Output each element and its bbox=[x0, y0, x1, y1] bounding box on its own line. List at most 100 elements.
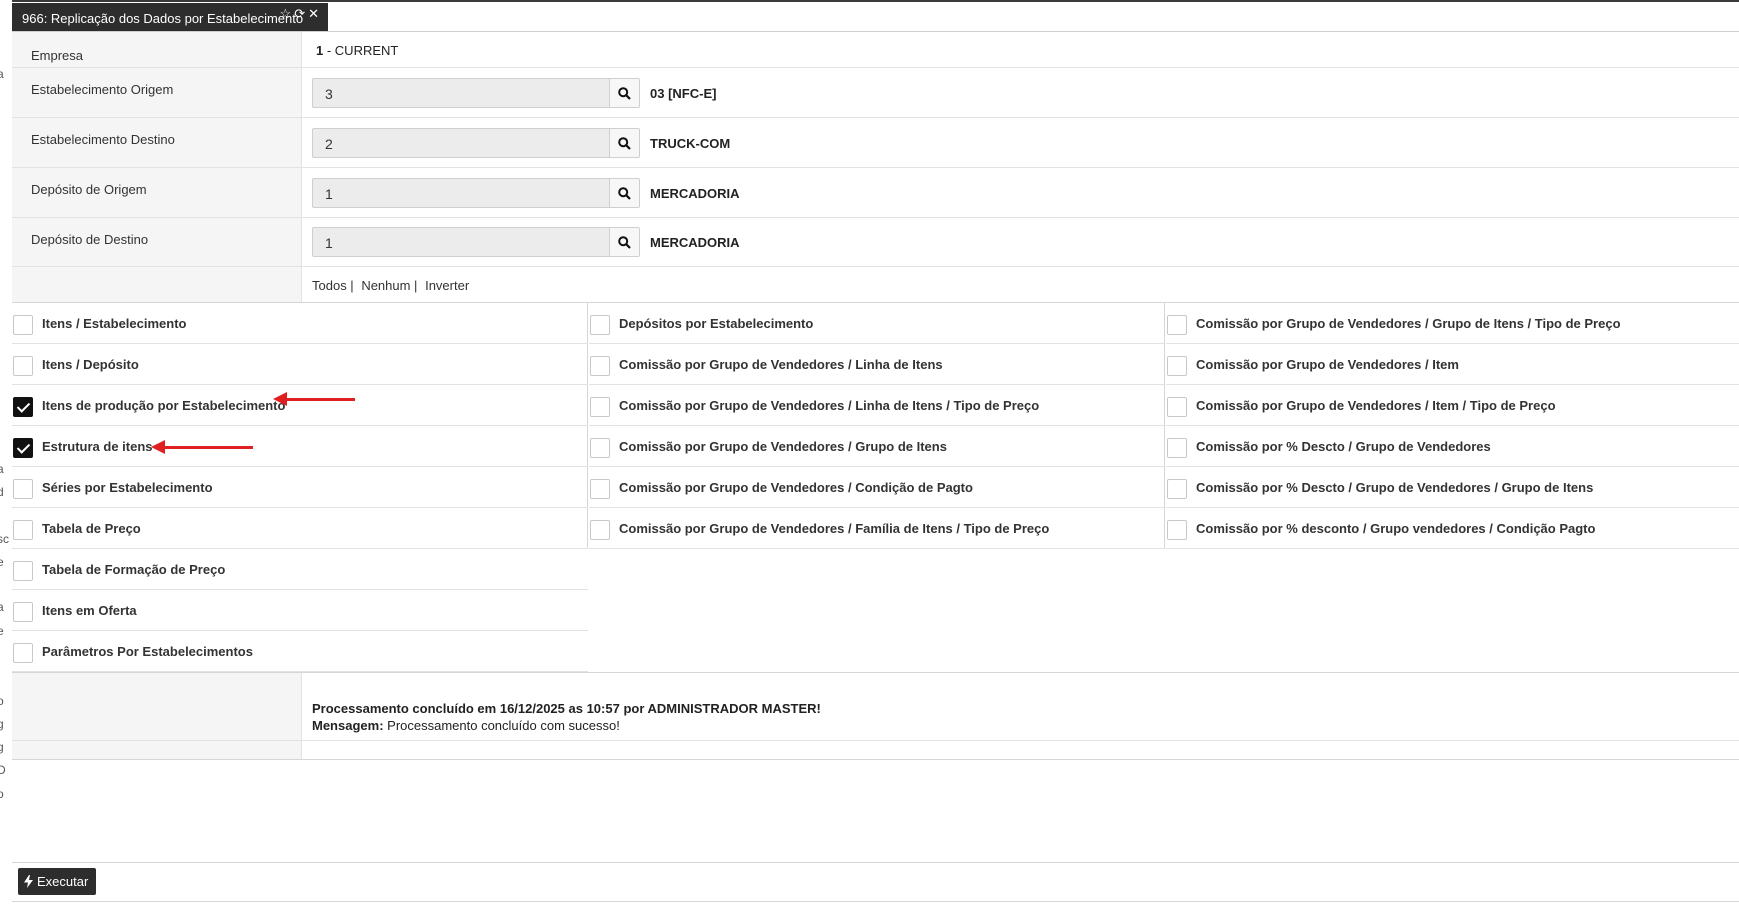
option-label[interactable]: Séries por Estabelecimento bbox=[42, 480, 213, 495]
parameters-form: Empresa 1 - CURRENT Estabelecimento Orig… bbox=[12, 32, 1739, 302]
option-row[interactable]: Comissão por Grupo de Vendedores / Grupo… bbox=[589, 426, 1164, 467]
option-label[interactable]: Tabela de Preço bbox=[42, 521, 141, 536]
option-checkbox[interactable] bbox=[13, 561, 33, 581]
search-icon[interactable] bbox=[609, 79, 639, 107]
row-select-links: Todos | Nenhum | Inverter bbox=[12, 267, 1739, 302]
replication-options: Itens / Estabelecimento Itens / Depósito I… bbox=[12, 302, 1739, 673]
dep-origem-desc: MERCADORIA bbox=[650, 186, 740, 201]
option-checkbox[interactable] bbox=[1167, 438, 1187, 458]
invert-selection-link[interactable]: Inverter bbox=[425, 278, 469, 293]
option-row[interactable]: Comissão por % Descto / Grupo de Vendedo… bbox=[1166, 426, 1739, 467]
option-label[interactable]: Itens / Estabelecimento bbox=[42, 316, 187, 331]
dep-origem-field[interactable]: 1 bbox=[312, 178, 640, 208]
option-row[interactable]: Comissão por Grupo de Vendedores / Grupo… bbox=[1166, 303, 1739, 344]
option-row[interactable]: Comissão por Grupo de Vendedores / Linha… bbox=[589, 344, 1164, 385]
option-row[interactable]: Itens / Estabelecimento bbox=[12, 303, 588, 344]
option-row[interactable]: Comissão por Grupo de Vendedores / Item bbox=[1166, 344, 1739, 385]
option-label[interactable]: Tabela de Formação de Preço bbox=[42, 562, 225, 577]
option-checkbox[interactable] bbox=[13, 643, 33, 663]
option-row[interactable]: Comissão por Grupo de Vendedores / Famíl… bbox=[589, 508, 1164, 549]
option-checkbox[interactable] bbox=[590, 356, 610, 376]
est-destino-field[interactable]: 2 bbox=[312, 128, 640, 158]
option-checkbox[interactable] bbox=[13, 520, 33, 540]
option-checkbox[interactable] bbox=[590, 397, 610, 417]
option-checkbox[interactable] bbox=[590, 315, 610, 335]
tab-title: 966: Replicação dos Dados por Estabeleci… bbox=[22, 11, 304, 26]
footer-divider bbox=[12, 862, 1739, 863]
execute-button[interactable]: Executar bbox=[18, 868, 97, 895]
option-row[interactable]: Tabela de Preço bbox=[12, 508, 588, 549]
option-row[interactable]: Estrutura de itens bbox=[12, 426, 588, 467]
option-checkbox[interactable] bbox=[13, 356, 33, 376]
est-origem-desc: 03 [NFC-E] bbox=[650, 86, 717, 101]
gutter-text: D bbox=[0, 763, 6, 777]
option-checkbox[interactable] bbox=[590, 479, 610, 499]
option-checkbox[interactable] bbox=[13, 602, 33, 622]
left-gutter-truncated-text: a a d sc e a e o g g D o bbox=[0, 0, 12, 908]
option-label[interactable]: Comissão por Grupo de Vendedores / Grupo… bbox=[619, 439, 947, 454]
option-label[interactable]: Comissão por % desconto / Grupo vendedor… bbox=[1196, 521, 1595, 536]
option-label[interactable]: Estrutura de itens bbox=[42, 439, 153, 454]
est-destino-label: Estabelecimento Destino bbox=[12, 118, 302, 167]
option-label[interactable]: Parâmetros Por Estabelecimentos bbox=[42, 644, 253, 659]
dep-destino-field[interactable]: 1 bbox=[312, 227, 640, 257]
option-checkbox[interactable] bbox=[1167, 315, 1187, 335]
option-label[interactable]: Comissão por Grupo de Vendedores / Linha… bbox=[619, 398, 1039, 413]
option-label[interactable]: Comissão por Grupo de Vendedores / Linha… bbox=[619, 357, 943, 372]
option-row[interactable]: Comissão por % desconto / Grupo vendedor… bbox=[1166, 508, 1739, 549]
option-checkbox[interactable] bbox=[13, 438, 33, 458]
option-row[interactable]: Tabela de Formação de Preço bbox=[12, 549, 588, 590]
option-label[interactable]: Itens de produção por Estabelecimento bbox=[42, 398, 285, 413]
select-none-link[interactable]: Nenhum | bbox=[361, 278, 417, 293]
gutter-text: a bbox=[0, 600, 4, 614]
option-row[interactable]: Comissão por Grupo de Vendedores / Condi… bbox=[589, 467, 1164, 508]
processing-message-text: Mensagem: Processamento concluído com su… bbox=[312, 718, 620, 733]
dep-destino-label: Depósito de Destino bbox=[12, 218, 302, 266]
option-checkbox[interactable] bbox=[13, 315, 33, 335]
option-row[interactable]: Comissão por % Descto / Grupo de Vendedo… bbox=[1166, 467, 1739, 508]
processing-status-text: Processamento concluído em 16/12/2025 as… bbox=[312, 701, 821, 716]
option-checkbox[interactable] bbox=[1167, 479, 1187, 499]
option-row[interactable]: Itens em Oferta bbox=[12, 590, 588, 631]
refresh-icon[interactable]: ⟳ bbox=[294, 6, 308, 21]
option-row[interactable]: Comissão por Grupo de Vendedores / Item … bbox=[1166, 385, 1739, 426]
options-column-1-items: Itens / Estabelecimento Itens / Depósito I… bbox=[12, 303, 588, 672]
option-checkbox[interactable] bbox=[1167, 397, 1187, 417]
option-label[interactable]: Depósitos por Estabelecimento bbox=[619, 316, 813, 331]
option-label[interactable]: Comissão por Grupo de Vendedores / Item bbox=[1196, 357, 1459, 372]
option-checkbox[interactable] bbox=[1167, 356, 1187, 376]
select-all-link[interactable]: Todos | bbox=[312, 278, 354, 293]
option-label[interactable]: Comissão por Grupo de Vendedores / Item … bbox=[1196, 398, 1556, 413]
close-icon[interactable]: ✕ bbox=[308, 6, 322, 21]
option-label[interactable]: Comissão por Grupo de Vendedores / Condi… bbox=[619, 480, 973, 495]
search-icon[interactable] bbox=[609, 228, 639, 256]
est-origem-field[interactable]: 3 bbox=[312, 78, 640, 108]
est-destino-desc: TRUCK-COM bbox=[650, 136, 731, 151]
option-label[interactable]: Comissão por % Descto / Grupo de Vendedo… bbox=[1196, 439, 1491, 454]
option-row[interactable]: Séries por Estabelecimento bbox=[12, 467, 588, 508]
empresa-label: Empresa bbox=[12, 32, 302, 67]
est-origem-label: Estabelecimento Origem bbox=[12, 68, 302, 117]
option-checkbox[interactable] bbox=[13, 397, 33, 417]
option-row[interactable]: Parâmetros Por Estabelecimentos bbox=[12, 631, 588, 672]
option-row[interactable]: Depósitos por Estabelecimento bbox=[589, 303, 1164, 344]
option-label[interactable]: Comissão por Grupo de Vendedores / Famíl… bbox=[619, 521, 1049, 536]
star-icon[interactable]: ☆ bbox=[280, 6, 295, 21]
option-row[interactable]: Itens / Depósito bbox=[12, 344, 588, 385]
option-checkbox[interactable] bbox=[13, 479, 33, 499]
option-label[interactable]: Itens / Depósito bbox=[42, 357, 139, 372]
search-icon[interactable] bbox=[609, 179, 639, 207]
option-checkbox[interactable] bbox=[590, 520, 610, 540]
option-label[interactable]: Comissão por Grupo de Vendedores / Grupo… bbox=[1196, 316, 1621, 331]
select-links: Todos | Nenhum | Inverter bbox=[312, 278, 473, 293]
option-label[interactable]: Comissão por % Descto / Grupo de Vendedo… bbox=[1196, 480, 1593, 495]
search-icon[interactable] bbox=[609, 129, 639, 157]
option-label[interactable]: Itens em Oferta bbox=[42, 603, 137, 618]
option-row[interactable]: Comissão por Grupo de Vendedores / Linha… bbox=[589, 385, 1164, 426]
window-tab[interactable]: 966: Replicação dos Dados por Estabeleci… bbox=[12, 3, 328, 31]
gutter-text: a bbox=[0, 462, 4, 476]
option-checkbox[interactable] bbox=[1167, 520, 1187, 540]
row-est-destino: Estabelecimento Destino 2 TRUCK-COM bbox=[12, 118, 1739, 168]
option-checkbox[interactable] bbox=[590, 438, 610, 458]
option-row[interactable]: Itens de produção por Estabelecimento bbox=[12, 385, 588, 426]
